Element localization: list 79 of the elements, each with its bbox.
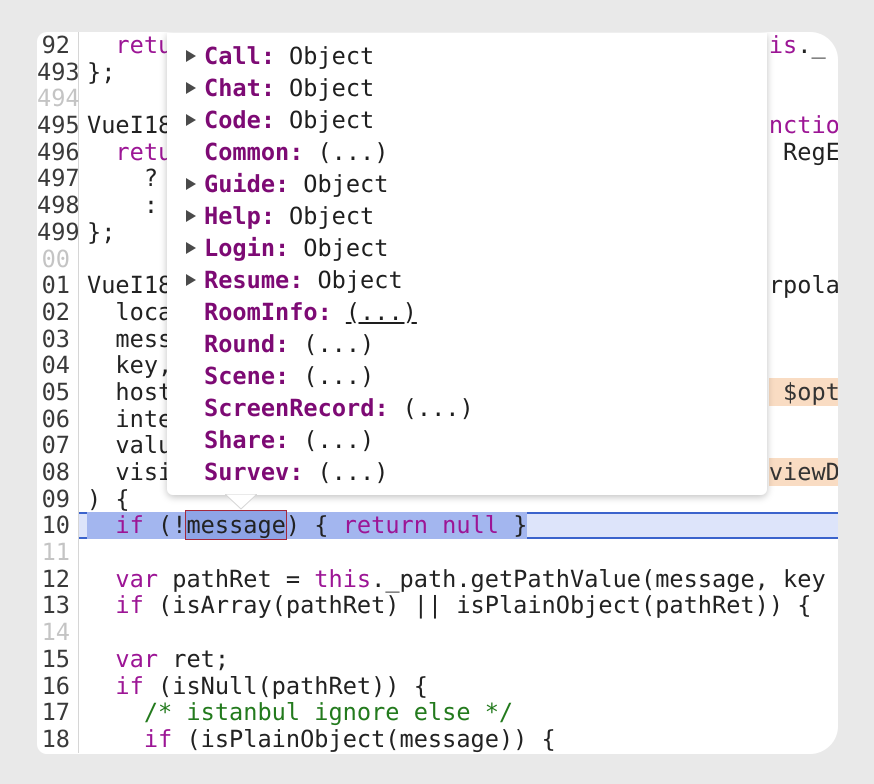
line-number: 09 (37, 486, 79, 512)
code-line: if (isArray(pathRet) || isPlainObject(pathRet)) { (114, 592, 812, 620)
line-number: 06 (37, 406, 79, 432)
property-name[interactable]: Common: (204, 138, 304, 166)
line-number: 05 (37, 378, 79, 406)
property-name[interactable]: Scene: (204, 362, 290, 390)
expand-icon[interactable] (186, 242, 196, 254)
property-value[interactable]: (...) (317, 458, 388, 486)
property-name[interactable]: Code: (204, 106, 276, 134)
line-number: 498 (37, 192, 79, 219)
code-line: ? (142, 165, 158, 192)
line-number: 04 (37, 352, 79, 379)
property-name[interactable]: Share: (204, 426, 290, 454)
line-number: 92 (37, 32, 79, 59)
property-name[interactable]: Round: (204, 330, 290, 358)
line-number: 07 (37, 432, 79, 459)
line-number: 495 (37, 112, 79, 139)
code-line: nctio (768, 112, 838, 139)
property-value[interactable]: Object (289, 42, 374, 70)
property-value[interactable]: (...) (303, 362, 374, 390)
property-name[interactable]: Survev: (204, 458, 304, 486)
expand-icon[interactable] (186, 82, 196, 94)
property-value[interactable]: (...) (303, 330, 374, 358)
expand-icon[interactable] (186, 274, 196, 286)
property-name[interactable]: Resume: (204, 266, 304, 294)
line-number: 15 (37, 646, 79, 672)
property-value[interactable]: (...) (303, 426, 374, 454)
line-number: 17 (37, 699, 79, 726)
code-line: host (114, 378, 172, 406)
code-line: }; (87, 218, 116, 246)
line-number: 01 (37, 272, 79, 299)
line-number: 496 (37, 138, 79, 166)
property-name[interactable]: Help: (204, 202, 276, 230)
property-name[interactable]: ScreenRecord: (204, 394, 389, 422)
property-value[interactable]: Object (289, 202, 374, 230)
expand-icon[interactable] (186, 210, 196, 222)
line-number: 14 (37, 619, 79, 646)
line-number: 16 (37, 672, 79, 700)
line-number: 12 (37, 566, 79, 592)
property-name[interactable]: Chat: (204, 74, 276, 102)
code-line: if (isPlainObject(message)) { (142, 726, 556, 753)
property-name[interactable]: RoomInfo: (204, 298, 332, 326)
code-line: }; (87, 58, 116, 86)
property-value[interactable]: Object (303, 234, 388, 262)
line-number: 493 (37, 58, 79, 86)
line-number: 18 (37, 726, 79, 753)
line-number: 08 (37, 459, 79, 486)
line-number: 02 (37, 298, 79, 326)
property-value[interactable]: (...) (317, 138, 388, 166)
line-number: 499 (37, 218, 79, 246)
property-value[interactable]: Object (303, 170, 388, 198)
code-line: is._ (768, 32, 826, 59)
line-number: 13 (37, 592, 79, 620)
code-line: rpola (768, 272, 838, 299)
expand-icon[interactable] (186, 114, 196, 126)
code-line: : (142, 192, 158, 219)
property-name[interactable]: Call: (204, 42, 276, 70)
code-line: visi (114, 459, 172, 486)
property-value[interactable]: (...) (346, 298, 417, 326)
line-number: 494 (37, 85, 79, 112)
line-number: 11 (37, 539, 79, 566)
property-name[interactable]: Guide: (204, 170, 290, 198)
property-value[interactable]: Object (289, 106, 374, 134)
line-number: 497 (37, 165, 79, 192)
property-name[interactable]: Login: (204, 234, 290, 262)
line-number: 00 (37, 246, 79, 272)
code-line: key, (114, 352, 172, 379)
code-line: var pathRet = this._path.getPathValue(message, key (114, 566, 826, 592)
line-number: 03 (37, 326, 79, 352)
property-value[interactable]: Object (289, 74, 374, 102)
code-line: ) { (87, 486, 130, 512)
expand-icon[interactable] (186, 50, 196, 62)
code-line: if (isNull(pathRet)) { (114, 672, 428, 700)
property-value[interactable]: (...) (402, 394, 474, 422)
code-line: RegE (782, 138, 838, 166)
expand-icon[interactable] (186, 178, 196, 190)
code-line: var ret; (114, 646, 230, 672)
property-value[interactable]: Object (317, 266, 403, 294)
code-line: /* istanbul ignore else */ (142, 699, 514, 726)
